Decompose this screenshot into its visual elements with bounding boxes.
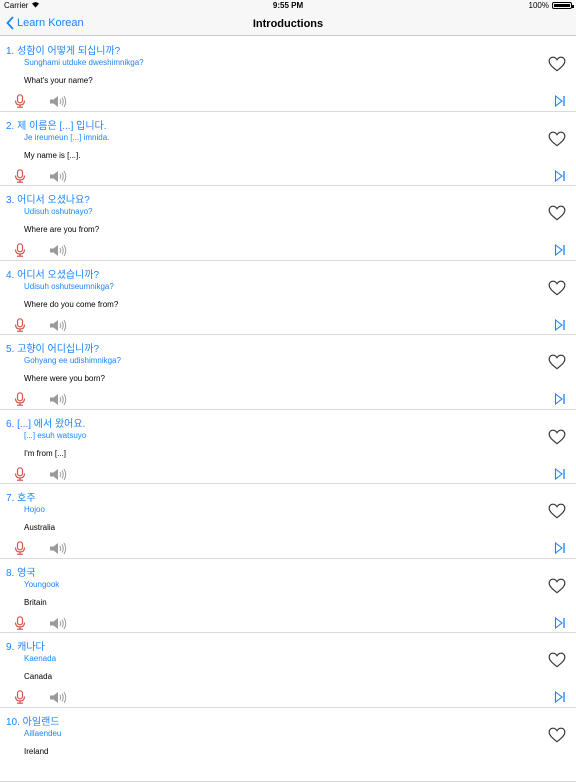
phrase-row[interactable]: 9. 캐나다 Kaenada Canada	[0, 633, 576, 708]
speaker-icon[interactable]	[49, 244, 67, 257]
phrase-english: Where are you from?	[24, 225, 99, 234]
play-next-icon[interactable]	[554, 95, 566, 107]
play-next-icon[interactable]	[554, 691, 566, 703]
favorite-heart-icon[interactable]	[548, 429, 566, 445]
battery-indicator: 100%	[529, 1, 572, 10]
phrase-english: Britain	[24, 598, 47, 607]
microphone-icon[interactable]	[14, 243, 26, 257]
phrase-korean: 6. [...] 에서 왔어요.	[6, 415, 85, 430]
phrase-romanization: Je ireumeun [...] imnida.	[24, 133, 109, 142]
phrase-row[interactable]: 2. 제 이름은 [...] 입니다. Je ireumeun [...] im…	[0, 112, 576, 187]
microphone-icon[interactable]	[14, 169, 26, 183]
play-next-icon[interactable]	[554, 319, 566, 331]
phrase-english: Australia	[24, 523, 55, 532]
phrase-row[interactable]: 3. 어디서 오셨나요? Udisuh oshutnayo? Where are…	[0, 186, 576, 261]
phrase-romanization: Kaenada	[24, 654, 56, 663]
favorite-heart-icon[interactable]	[548, 652, 566, 668]
phrase-korean: 5. 고향이 어디십니까?	[6, 340, 99, 355]
play-next-icon[interactable]	[554, 170, 566, 182]
favorite-heart-icon[interactable]	[548, 578, 566, 594]
phrase-romanization: Udisuh oshutseumnikga?	[24, 282, 114, 291]
favorite-heart-icon[interactable]	[548, 503, 566, 519]
phrase-row[interactable]: 1. 성함이 어떻게 되십니까? Sunghami utduke dweshim…	[0, 37, 576, 112]
favorite-heart-icon[interactable]	[548, 131, 566, 147]
navigation-bar: Learn Korean Introductions	[0, 12, 576, 36]
microphone-icon[interactable]	[14, 541, 26, 555]
phrase-korean: 10. 아일랜드	[6, 713, 59, 728]
phrase-row[interactable]: 10. 아일랜드 Aillaendeu Ireland	[0, 708, 576, 782]
phrase-english: I'm from [...]	[24, 449, 66, 458]
favorite-heart-icon[interactable]	[548, 280, 566, 296]
status-time: 9:55 PM	[0, 1, 576, 10]
phrase-romanization: Aillaendeu	[24, 729, 61, 738]
phrase-romanization: Gohyang ee udishimnikga?	[24, 356, 121, 365]
phrase-row[interactable]: 4. 어디서 오셨습니까? Udisuh oshutseumnikga? Whe…	[0, 261, 576, 336]
phrase-english: Ireland	[24, 747, 48, 756]
speaker-icon[interactable]	[49, 617, 67, 630]
phrase-korean: 9. 캐나다	[6, 638, 45, 653]
play-next-icon[interactable]	[554, 617, 566, 629]
speaker-icon[interactable]	[49, 170, 67, 183]
speaker-icon[interactable]	[49, 319, 67, 332]
microphone-icon[interactable]	[14, 392, 26, 406]
phrase-row[interactable]: 5. 고향이 어디십니까? Gohyang ee udishimnikga? W…	[0, 335, 576, 410]
status-bar: Carrier 9:55 PM 100%	[0, 0, 576, 12]
speaker-icon[interactable]	[49, 393, 67, 406]
microphone-icon[interactable]	[14, 94, 26, 108]
speaker-icon[interactable]	[49, 691, 67, 704]
favorite-heart-icon[interactable]	[548, 56, 566, 72]
play-next-icon[interactable]	[554, 468, 566, 480]
phrase-row[interactable]: 8. 영국 Youngook Britain	[0, 559, 576, 634]
microphone-icon[interactable]	[14, 318, 26, 332]
phrase-row[interactable]: 6. [...] 에서 왔어요. [...] esuh watsuyo I'm …	[0, 410, 576, 485]
battery-icon	[552, 2, 572, 9]
phrase-english: What's your name?	[24, 76, 93, 85]
favorite-heart-icon[interactable]	[548, 205, 566, 221]
phrase-english: Where do you come from?	[24, 300, 118, 309]
phrase-english: Canada	[24, 672, 52, 681]
phrase-korean: 4. 어디서 오셨습니까?	[6, 266, 99, 281]
phrase-korean: 3. 어디서 오셨나요?	[6, 191, 90, 206]
speaker-icon[interactable]	[49, 542, 67, 555]
phrase-romanization: Hojoo	[24, 505, 45, 514]
speaker-icon[interactable]	[49, 468, 67, 481]
phrase-romanization: Sunghami utduke dweshimnikga?	[24, 58, 144, 67]
play-next-icon[interactable]	[554, 393, 566, 405]
phrase-korean: 8. 영국	[6, 564, 36, 579]
play-next-icon[interactable]	[554, 542, 566, 554]
favorite-heart-icon[interactable]	[548, 354, 566, 370]
phrase-english: Where were you born?	[24, 374, 105, 383]
phrase-korean: 7. 호주	[6, 489, 36, 504]
play-next-icon[interactable]	[554, 244, 566, 256]
microphone-icon[interactable]	[14, 690, 26, 704]
battery-percent: 100%	[529, 1, 549, 10]
phrase-romanization: Udisuh oshutnayo?	[24, 207, 93, 216]
speaker-icon[interactable]	[49, 95, 67, 108]
phrase-korean: 1. 성함이 어떻게 되십니까?	[6, 42, 120, 57]
microphone-icon[interactable]	[14, 467, 26, 481]
microphone-icon[interactable]	[14, 616, 26, 630]
phrase-korean: 2. 제 이름은 [...] 입니다.	[6, 117, 107, 132]
phrase-romanization: [...] esuh watsuyo	[24, 431, 86, 440]
phrase-list: 1. 성함이 어떻게 되십니까? Sunghami utduke dweshim…	[0, 37, 576, 782]
phrase-english: My name is [...].	[24, 151, 80, 160]
favorite-heart-icon[interactable]	[548, 727, 566, 743]
phrase-romanization: Youngook	[24, 580, 59, 589]
phrase-row[interactable]: 7. 호주 Hojoo Australia	[0, 484, 576, 559]
page-title: Introductions	[0, 18, 576, 30]
